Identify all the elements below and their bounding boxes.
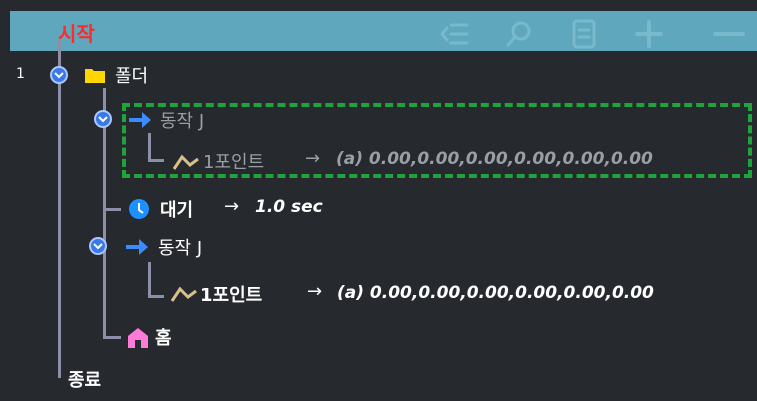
home-label[interactable]: 홈 bbox=[155, 324, 172, 350]
list-indent-icon[interactable] bbox=[437, 20, 471, 48]
end-label: 종료 bbox=[68, 370, 102, 391]
move1-collapse-icon[interactable] bbox=[94, 110, 112, 128]
arrow-icon bbox=[125, 238, 149, 260]
move2-point-branch bbox=[148, 295, 164, 298]
folder-label[interactable]: 폴더 bbox=[115, 62, 148, 88]
start-label: 시작 bbox=[58, 22, 95, 46]
move2-arrow: → bbox=[307, 281, 323, 302]
folder-icon bbox=[84, 66, 106, 88]
search-icon[interactable] bbox=[502, 20, 536, 48]
move2-point-label[interactable]: 1포인트 bbox=[200, 281, 262, 307]
document-icon[interactable] bbox=[567, 19, 601, 49]
waypoint-icon bbox=[170, 283, 198, 307]
move2-label[interactable]: 동작 J bbox=[158, 234, 202, 260]
wait-branch bbox=[103, 208, 121, 211]
move2-collapse-icon[interactable] bbox=[89, 237, 107, 255]
wait-arrow: → bbox=[224, 196, 240, 217]
folder-collapse-icon[interactable] bbox=[50, 66, 68, 84]
wait-value: 1.0 sec bbox=[255, 197, 323, 217]
wait-label[interactable]: 대기 bbox=[160, 196, 193, 222]
home-branch bbox=[103, 336, 121, 339]
clock-icon bbox=[128, 198, 150, 224]
row-number: 1 bbox=[16, 66, 25, 82]
plus-icon[interactable] bbox=[632, 20, 666, 48]
selection-box bbox=[122, 103, 752, 178]
move2-values: (a) 0.00,0.00,0.00,0.00,0.00,0.00 bbox=[337, 283, 654, 303]
main-tree-line bbox=[58, 40, 61, 378]
minus-icon[interactable] bbox=[712, 20, 746, 48]
move2-branch-line bbox=[148, 262, 151, 297]
home-icon bbox=[126, 327, 150, 353]
